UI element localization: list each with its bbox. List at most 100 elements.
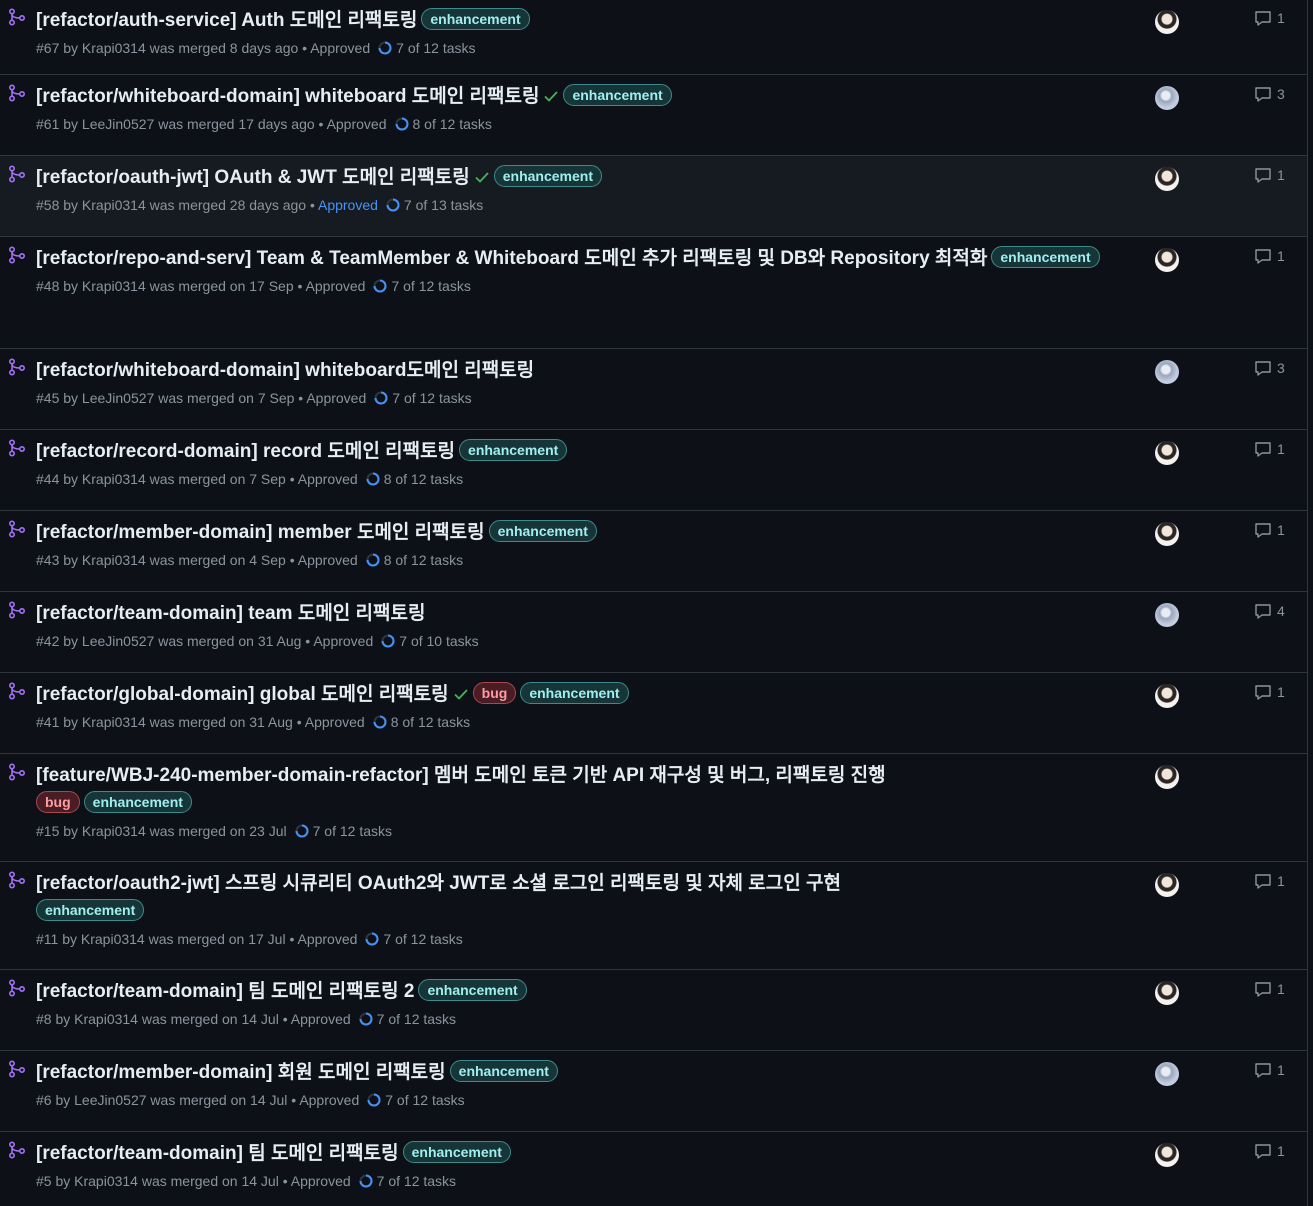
pull-request-title[interactable]: [refactor/whiteboard-domain] whiteboard도…: [36, 360, 534, 381]
task-progress[interactable]: 8 of 12 tasks: [413, 116, 492, 132]
task-progress[interactable]: 7 of 12 tasks: [392, 390, 471, 406]
pull-request-row[interactable]: [refactor/global-domain] global 도메인 리팩토링…: [0, 673, 1307, 754]
label-enhancement[interactable]: enhancement: [488, 520, 597, 542]
review-status[interactable]: Approved: [297, 931, 357, 947]
comment-count[interactable]: 4: [1254, 603, 1285, 619]
review-status[interactable]: Approved: [298, 552, 358, 568]
avatar[interactable]: [1155, 360, 1179, 384]
review-status[interactable]: Approved: [291, 1011, 351, 1027]
task-progress[interactable]: 7 of 12 tasks: [377, 1173, 456, 1189]
review-status[interactable]: Approved: [299, 1092, 359, 1108]
label-enhancement[interactable]: enhancement: [520, 682, 629, 704]
review-status[interactable]: Approved: [327, 116, 387, 132]
task-progress[interactable]: 7 of 10 tasks: [399, 633, 478, 649]
pull-request-title[interactable]: [refactor/member-domain] member 도메인 리팩토링: [36, 522, 485, 543]
review-status[interactable]: Approved: [310, 40, 370, 56]
pull-request-title[interactable]: [feature/WBJ-240-member-domain-refactor]…: [36, 765, 886, 786]
avatar[interactable]: [1155, 873, 1179, 897]
label-enhancement[interactable]: enhancement: [991, 246, 1100, 268]
review-status[interactable]: Approved: [291, 1173, 351, 1189]
comment-count[interactable]: 1: [1254, 248, 1285, 264]
git-merge-icon: [8, 871, 26, 889]
comment-count[interactable]: 1: [1254, 10, 1285, 26]
avatar[interactable]: [1155, 441, 1179, 465]
review-status[interactable]: Approved: [306, 278, 366, 294]
comment-count[interactable]: 1: [1254, 522, 1285, 538]
label-enhancement[interactable]: enhancement: [563, 84, 672, 106]
task-progress[interactable]: 8 of 12 tasks: [384, 552, 463, 568]
pull-request-row[interactable]: [feature/WBJ-240-member-domain-refactor]…: [0, 754, 1307, 862]
pull-request-list: [refactor/auth-service] Auth 도메인 리팩토링 enh…: [0, 0, 1308, 1206]
comment-count[interactable]: 1: [1254, 981, 1285, 997]
comment-count[interactable]: 1: [1254, 167, 1285, 183]
avatar[interactable]: [1155, 1062, 1179, 1086]
pull-request-row[interactable]: [refactor/auth-service] Auth 도메인 리팩토링 enh…: [0, 0, 1307, 75]
label-bug[interactable]: bug: [472, 682, 517, 704]
pull-request-title[interactable]: [refactor/auth-service] Auth 도메인 리팩토링: [36, 10, 417, 31]
avatar[interactable]: [1155, 167, 1179, 191]
comment-count[interactable]: 1: [1254, 441, 1285, 457]
label-enhancement[interactable]: enhancement: [83, 791, 192, 813]
pull-request-row[interactable]: [refactor/oauth2-jwt] 스프링 시큐리티 OAuth2와 J…: [0, 862, 1307, 970]
pull-request-row[interactable]: [refactor/member-domain] 회원 도메인 리팩토링 enha…: [0, 1051, 1307, 1132]
task-progress[interactable]: 7 of 12 tasks: [391, 278, 470, 294]
review-status[interactable]: Approved: [313, 633, 373, 649]
pull-request-row[interactable]: [refactor/team-domain] team 도메인 리팩토링 #42 …: [0, 592, 1307, 673]
task-progress[interactable]: 8 of 12 tasks: [384, 471, 463, 487]
pull-request-title[interactable]: [refactor/repo-and-serv] Team & TeamMemb…: [36, 248, 987, 269]
task-progress[interactable]: 7 of 12 tasks: [313, 823, 392, 839]
check-icon: [454, 689, 468, 700]
task-progress[interactable]: 8 of 12 tasks: [391, 714, 470, 730]
review-status[interactable]: Approved: [298, 471, 358, 487]
avatar[interactable]: [1155, 765, 1179, 789]
label-enhancement[interactable]: enhancement: [459, 439, 568, 461]
label-enhancement[interactable]: enhancement: [418, 979, 527, 1001]
pull-request-title[interactable]: [refactor/team-domain] 팀 도메인 리팩토링: [36, 1143, 399, 1164]
pull-request-row[interactable]: [refactor/team-domain] 팀 도메인 리팩토링 enhance…: [0, 1132, 1307, 1206]
label-enhancement[interactable]: enhancement: [493, 165, 602, 187]
avatar[interactable]: [1155, 981, 1179, 1005]
comment-count[interactable]: 1: [1254, 873, 1285, 889]
merged-info: #45 by LeeJin0527 was merged on 7 Sep •: [36, 390, 307, 406]
pull-request-title[interactable]: [refactor/whiteboard-domain] whiteboard …: [36, 86, 539, 107]
pull-request-row[interactable]: [refactor/team-domain] 팀 도메인 리팩토링 2 enhan…: [0, 970, 1307, 1051]
comment-count[interactable]: 1: [1254, 1143, 1285, 1159]
label-bug[interactable]: bug: [36, 791, 80, 813]
task-progress[interactable]: 7 of 13 tasks: [404, 197, 483, 213]
pull-request-title[interactable]: [refactor/record-domain] record 도메인 리팩토링: [36, 441, 455, 462]
pull-request-row[interactable]: [refactor/record-domain] record 도메인 리팩토링…: [0, 430, 1307, 511]
avatar[interactable]: [1155, 1143, 1179, 1167]
task-progress[interactable]: 7 of 12 tasks: [377, 1011, 456, 1027]
label-enhancement[interactable]: enhancement: [421, 8, 530, 30]
review-status[interactable]: Approved: [306, 390, 366, 406]
review-status[interactable]: Approved: [305, 714, 365, 730]
pull-request-row[interactable]: [refactor/whiteboard-domain] whiteboard …: [0, 75, 1307, 156]
pull-request-title[interactable]: [refactor/oauth-jwt] OAuth & JWT 도메인 리팩토…: [36, 167, 470, 188]
avatar[interactable]: [1155, 522, 1179, 546]
pull-request-row[interactable]: [refactor/member-domain] member 도메인 리팩토링…: [0, 511, 1307, 592]
comment-count[interactable]: 3: [1254, 360, 1285, 376]
pull-request-row[interactable]: [refactor/oauth-jwt] OAuth & JWT 도메인 리팩토…: [0, 156, 1307, 237]
pull-request-title[interactable]: [refactor/member-domain] 회원 도메인 리팩토링: [36, 1062, 446, 1083]
pull-request-title[interactable]: [refactor/team-domain] team 도메인 리팩토링: [36, 603, 425, 624]
avatar[interactable]: [1155, 603, 1179, 627]
label-enhancement[interactable]: enhancement: [402, 1141, 511, 1163]
task-progress[interactable]: 7 of 12 tasks: [396, 40, 475, 56]
pull-request-title[interactable]: [refactor/team-domain] 팀 도메인 리팩토링 2: [36, 981, 414, 1002]
avatar[interactable]: [1155, 684, 1179, 708]
task-progress[interactable]: 7 of 12 tasks: [385, 1092, 464, 1108]
avatar[interactable]: [1155, 86, 1179, 110]
label-enhancement[interactable]: enhancement: [36, 899, 145, 921]
label-enhancement[interactable]: enhancement: [449, 1060, 558, 1082]
pull-request-row[interactable]: [refactor/repo-and-serv] Team & TeamMemb…: [0, 237, 1307, 349]
comment-count[interactable]: 1: [1254, 1062, 1285, 1078]
review-status[interactable]: Approved: [318, 197, 378, 213]
avatar[interactable]: [1155, 248, 1179, 272]
pull-request-row[interactable]: [refactor/whiteboard-domain] whiteboard도…: [0, 349, 1307, 430]
task-progress[interactable]: 7 of 12 tasks: [383, 931, 462, 947]
pull-request-title[interactable]: [refactor/oauth2-jwt] 스프링 시큐리티 OAuth2와 J…: [36, 873, 841, 894]
pull-request-title[interactable]: [refactor/global-domain] global 도메인 리팩토링: [36, 684, 449, 705]
avatar[interactable]: [1155, 10, 1179, 34]
comment-count[interactable]: 1: [1254, 684, 1285, 700]
comment-count[interactable]: 3: [1254, 86, 1285, 102]
